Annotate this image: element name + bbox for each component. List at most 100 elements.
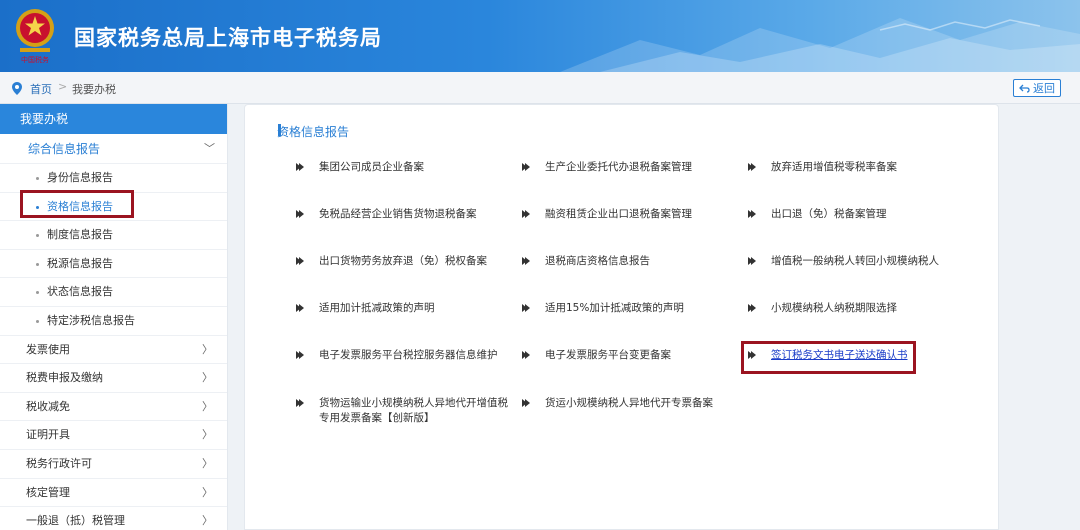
sidebar-category-admin-permit[interactable]: 税务行政许可 〉: [0, 450, 227, 479]
service-item-label: 适用加计抵减政策的声明: [319, 302, 435, 314]
double-arrow-icon: [522, 210, 530, 218]
service-item-label: 货运小规模纳税人异地代开专票备案: [545, 397, 713, 409]
sidebar-category-label: 核定管理: [26, 485, 70, 499]
service-item[interactable]: 增值税一般纳税人转回小规模纳税人: [748, 254, 939, 269]
service-item[interactable]: 货运小规模纳税人异地代开专票备案: [522, 396, 713, 411]
service-item-e-delivery-link[interactable]: 签订税务文书电子送达确认书: [748, 348, 908, 363]
double-arrow-icon: [748, 304, 756, 312]
breadcrumb: 首页 > 我要办税: [0, 72, 1080, 104]
service-item-label: 免税品经营企业销售货物退税备案: [319, 208, 477, 220]
double-arrow-icon: [522, 304, 530, 312]
sidebar-category-label: 证明开具: [26, 428, 70, 442]
chevron-down-icon: ﹀: [204, 142, 215, 155]
service-item[interactable]: 小规模纳税人纳税期限选择: [748, 301, 897, 316]
sidebar-item-label: 制度信息报告: [47, 228, 113, 242]
sidebar-category-certificate[interactable]: 证明开具 〉: [0, 421, 227, 450]
service-item-label: 货物运输业小规模纳税人异地代开增值税专用发票备案【创新版】: [319, 397, 508, 424]
sidebar-item-qualification-report[interactable]: 资格信息报告: [0, 193, 227, 222]
double-arrow-icon: [748, 257, 756, 265]
back-button[interactable]: 返回: [1013, 79, 1061, 97]
sidebar-category-label: 一般退（抵）税管理: [26, 514, 125, 528]
bullet-icon: [36, 205, 39, 209]
service-item-label: 电子发票服务平台变更备案: [545, 349, 671, 361]
sidebar: 我要办税 综合信息报告 ﹀ 身份信息报告 资格信息报告 制度信息报告 税源信息报…: [0, 104, 228, 530]
sidebar-group-comprehensive-report[interactable]: 综合信息报告 ﹀: [0, 134, 227, 164]
sidebar-item-label: 身份信息报告: [47, 171, 113, 184]
breadcrumb-home[interactable]: 首页: [30, 81, 52, 97]
double-arrow-icon: [296, 351, 304, 359]
sidebar-item-identity-report[interactable]: 身份信息报告: [0, 164, 227, 193]
breadcrumb-separator: >: [58, 80, 68, 93]
sidebar-item-specific-tax-report[interactable]: 特定涉税信息报告: [0, 307, 227, 336]
double-arrow-icon: [296, 163, 304, 171]
double-arrow-icon: [296, 257, 304, 265]
service-item[interactable]: 电子发票服务平台变更备案: [522, 348, 671, 363]
sidebar-category-refund[interactable]: 一般退（抵）税管理 〉: [0, 507, 227, 530]
service-item-label: 放弃适用增值税零税率备案: [771, 161, 897, 173]
site-header: 中国税务 国家税务总局上海市电子税务局: [0, 0, 1080, 72]
bullet-icon: [36, 262, 39, 266]
chevron-right-icon: 〉: [202, 514, 213, 528]
service-item[interactable]: 电子发票服务平台税控服务器信息维护: [296, 348, 498, 363]
sidebar-item-label: 状态信息报告: [47, 285, 113, 299]
double-arrow-icon: [748, 163, 756, 171]
service-item[interactable]: 货物运输业小规模纳税人异地代开增值税专用发票备案【创新版】: [296, 396, 514, 426]
sidebar-group-label: 综合信息报告: [28, 142, 101, 156]
service-item-label: 融资租赁企业出口退税备案管理: [545, 208, 692, 220]
sidebar-category-label: 税收减免: [26, 399, 70, 413]
service-item[interactable]: 生产企业委托代办退税备案管理: [522, 160, 692, 175]
svg-text:中国税务: 中国税务: [21, 55, 49, 64]
service-item[interactable]: 出口货物劳务放弃退（免）税权备案: [296, 254, 487, 269]
double-arrow-icon: [522, 163, 530, 171]
back-button-label: 返回: [1033, 82, 1055, 95]
breadcrumb-current: 我要办税: [72, 83, 116, 96]
service-item[interactable]: 集团公司成员企业备案: [296, 160, 424, 175]
service-item-label: 集团公司成员企业备案: [319, 161, 424, 173]
bullet-icon: [36, 319, 39, 323]
sidebar-item-label: 税源信息报告: [47, 256, 113, 270]
double-arrow-icon: [522, 351, 530, 359]
sidebar-category-label: 税务行政许可: [26, 456, 92, 470]
sidebar-category-tax-relief[interactable]: 税收减免 〉: [0, 393, 227, 422]
service-item[interactable]: 适用加计抵减政策的声明: [296, 301, 435, 316]
sidebar-item-tax-source-report[interactable]: 税源信息报告: [0, 250, 227, 279]
service-item-label: 电子发票服务平台税控服务器信息维护: [319, 349, 498, 361]
sidebar-item-label: 资格信息报告: [47, 199, 113, 213]
double-arrow-icon: [522, 257, 530, 265]
bullet-icon: [36, 291, 39, 295]
service-item-label: 签订税务文书电子送达确认书: [771, 349, 908, 361]
service-item[interactable]: 免税品经营企业销售货物退税备案: [296, 207, 477, 222]
sidebar-category-filing-payment[interactable]: 税费申报及缴纳 〉: [0, 364, 227, 393]
service-item-label: 退税商店资格信息报告: [545, 255, 650, 267]
site-title: 国家税务总局上海市电子税务局: [74, 26, 382, 50]
service-item-label: 小规模纳税人纳税期限选择: [771, 302, 897, 314]
double-arrow-icon: [296, 210, 304, 218]
service-item[interactable]: 放弃适用增值税零税率备案: [748, 160, 897, 175]
sidebar-item-status-report[interactable]: 状态信息报告: [0, 278, 227, 307]
chevron-right-icon: 〉: [202, 428, 213, 442]
service-item[interactable]: 退税商店资格信息报告: [522, 254, 650, 269]
tax-emblem-logo: 中国税务: [16, 9, 54, 64]
return-arrow-icon: [1019, 84, 1030, 93]
service-item[interactable]: 融资租赁企业出口退税备案管理: [522, 207, 692, 222]
service-item-label: 出口货物劳务放弃退（免）税权备案: [319, 255, 487, 267]
service-item-label: 生产企业委托代办退税备案管理: [545, 161, 692, 173]
sidebar-category-assessment[interactable]: 核定管理 〉: [0, 479, 227, 508]
double-arrow-icon: [296, 399, 304, 407]
chevron-right-icon: 〉: [202, 371, 213, 385]
panel-title: 资格信息报告: [277, 125, 350, 139]
sidebar-category-label: 发票使用: [26, 342, 70, 356]
service-item[interactable]: 适用15%加计抵减政策的声明: [522, 301, 684, 316]
double-arrow-icon: [748, 351, 756, 359]
location-pin-icon: [12, 82, 22, 95]
service-item-label: 适用15%加计抵减政策的声明: [545, 302, 684, 314]
sidebar-category-invoice-use[interactable]: 发票使用 〉: [0, 336, 227, 365]
bullet-icon: [36, 234, 39, 238]
chevron-right-icon: 〉: [202, 456, 213, 470]
sidebar-item-system-report[interactable]: 制度信息报告: [0, 221, 227, 250]
service-item[interactable]: 出口退（免）税备案管理: [748, 207, 887, 222]
service-item-label: 增值税一般纳税人转回小规模纳税人: [771, 255, 939, 267]
double-arrow-icon: [748, 210, 756, 218]
double-arrow-icon: [296, 304, 304, 312]
sidebar-heading[interactable]: 我要办税: [0, 104, 227, 134]
